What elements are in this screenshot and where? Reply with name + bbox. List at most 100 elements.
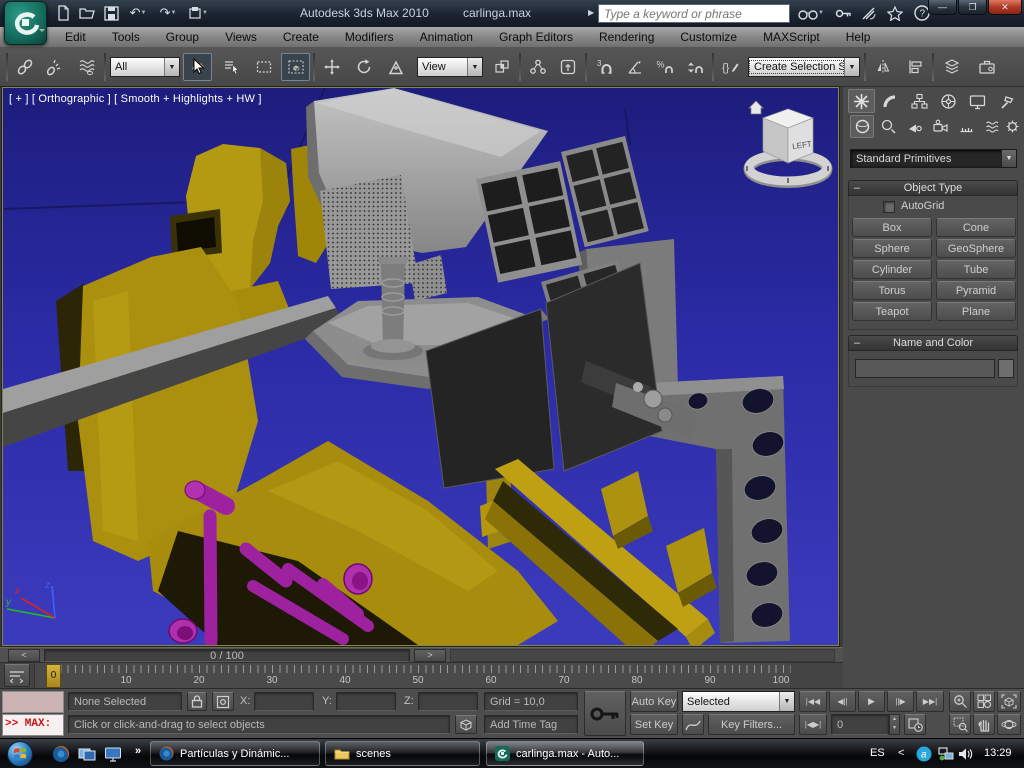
communication-center-icon[interactable]	[858, 3, 880, 23]
play-button[interactable]: ▶	[858, 691, 885, 712]
menu-modifiers[interactable]: Modifiers	[332, 27, 407, 47]
zoom-region-icon[interactable]	[949, 714, 971, 735]
percent-snap-icon[interactable]: %	[650, 53, 679, 81]
button-tube[interactable]: Tube	[936, 260, 1016, 279]
toolbox-icon[interactable]	[972, 53, 1001, 81]
zoom-icon[interactable]	[949, 691, 971, 712]
time-configuration-icon[interactable]	[904, 714, 926, 735]
spinner-snap-icon[interactable]	[680, 53, 709, 81]
search-binoculars-icon[interactable]: ▼	[796, 3, 826, 23]
mini-curve-editor-button[interactable]	[4, 664, 30, 687]
tray-volume-icon[interactable]	[958, 747, 974, 761]
x-coordinate-field[interactable]	[254, 692, 314, 711]
select-by-name-icon[interactable]	[217, 53, 246, 81]
button-box[interactable]: Box	[852, 218, 932, 237]
maxscript-mini-listener-pink[interactable]	[2, 691, 64, 713]
zoom-all-icon[interactable]	[973, 691, 995, 712]
object-name-input[interactable]	[855, 359, 995, 378]
next-frame-button[interactable]: ||▶	[887, 691, 914, 712]
add-time-tag[interactable]: Add Time Tag	[484, 715, 578, 734]
collapse-icon[interactable]: –	[854, 336, 860, 351]
project-folder-icon[interactable]: ▼	[184, 3, 212, 23]
orbit-icon[interactable]	[997, 714, 1021, 735]
snaps-toggle-icon[interactable]: 3	[590, 53, 619, 81]
tab-hierarchy[interactable]	[906, 89, 933, 113]
viewcube-home-icon[interactable]	[748, 100, 764, 115]
quicklaunch-switcher-icon[interactable]	[78, 745, 96, 763]
pan-hand-icon[interactable]	[973, 714, 995, 735]
menu-graph-editors[interactable]: Graph Editors	[486, 27, 586, 47]
button-cylinder[interactable]: Cylinder	[852, 260, 932, 279]
absolute-offset-toggle-icon[interactable]	[212, 692, 234, 711]
menu-create[interactable]: Create	[270, 27, 332, 47]
z-coordinate-field[interactable]	[418, 692, 478, 711]
time-slider-handle[interactable]: 0 / 100	[44, 649, 410, 662]
set-key-button[interactable]: Set Key	[630, 714, 678, 735]
selection-filter-dropdown[interactable]: All ▼	[110, 57, 180, 77]
menu-tools[interactable]: Tools	[99, 27, 153, 47]
link-icon[interactable]	[10, 53, 39, 81]
menu-rendering[interactable]: Rendering	[586, 27, 667, 47]
select-and-scale-icon[interactable]	[381, 53, 410, 81]
button-teapot[interactable]: Teapot	[852, 302, 932, 321]
time-slider-prev-button[interactable]: <	[8, 649, 40, 662]
restore-button[interactable]: ❐	[958, 0, 987, 15]
tab-display[interactable]	[964, 89, 991, 113]
undo-icon[interactable]: ↶ ▼	[124, 3, 152, 23]
menu-edit[interactable]: Edit	[52, 27, 99, 47]
viewcube-cube[interactable]: LEFT	[762, 108, 814, 164]
button-plane[interactable]: Plane	[936, 302, 1016, 321]
angle-snap-icon[interactable]	[620, 53, 649, 81]
new-file-icon[interactable]	[52, 3, 74, 23]
select-and-rotate-icon[interactable]	[349, 53, 378, 81]
key-filter-selected-dropdown[interactable]: Selected ▼	[682, 691, 795, 712]
use-center-icon[interactable]	[487, 53, 516, 81]
quicklaunch-firefox-icon[interactable]	[52, 745, 70, 763]
viewcube[interactable]: LEFT	[736, 91, 836, 191]
viewport-3d-scene[interactable]	[3, 88, 838, 645]
button-torus[interactable]: Torus	[852, 281, 932, 300]
menu-customize[interactable]: Customize	[667, 27, 750, 47]
current-frame-marker[interactable]: 0	[46, 664, 61, 688]
collapse-icon[interactable]: –	[854, 181, 860, 196]
save-file-icon[interactable]	[100, 3, 122, 23]
time-slider-track[interactable]	[450, 649, 835, 662]
subtab-cameras[interactable]	[928, 115, 952, 138]
menu-help[interactable]: Help	[833, 27, 884, 47]
button-geosphere[interactable]: GeoSphere	[936, 239, 1016, 258]
y-coordinate-field[interactable]	[336, 692, 396, 711]
reference-coordinate-dropdown[interactable]: View ▼	[417, 57, 483, 77]
taskbar-task-3dsmax[interactable]: carlinga.max - Auto...	[486, 741, 644, 766]
tray-language[interactable]: ES	[870, 747, 885, 759]
key-icon[interactable]	[832, 3, 854, 23]
primitive-category-dropdown[interactable]: Standard Primitives ▼	[850, 149, 1017, 168]
tray-network-icon[interactable]	[938, 747, 954, 761]
3dsmax-logo-icon[interactable]	[4, 1, 47, 45]
current-frame-field[interactable]	[831, 714, 889, 735]
subtab-systems[interactable]	[1000, 115, 1024, 138]
tab-utilities[interactable]	[993, 89, 1020, 113]
menu-views[interactable]: Views	[212, 27, 270, 47]
object-color-swatch[interactable]	[998, 359, 1014, 378]
edit-named-selection-sets-icon[interactable]: {}	[716, 53, 745, 81]
previous-frame-button[interactable]: ◀||	[829, 691, 856, 712]
align-icon[interactable]	[900, 53, 929, 81]
unlink-icon[interactable]	[40, 53, 69, 81]
selection-lock-icon[interactable]	[187, 692, 207, 711]
minimize-button[interactable]: —	[928, 0, 957, 15]
subtab-geometry[interactable]	[850, 115, 874, 138]
default-in-out-tangent-icon[interactable]	[682, 714, 704, 735]
subtab-lights[interactable]	[902, 115, 926, 138]
key-mode-toggle[interactable]: |◀▶|	[799, 714, 827, 735]
taskbar-task-firefox[interactable]: Partículas y Dinámic...	[150, 741, 320, 766]
button-pyramid[interactable]: Pyramid	[936, 281, 1016, 300]
rollout-object-type-header[interactable]: – Object Type	[848, 180, 1018, 196]
menu-maxscript[interactable]: MAXScript	[750, 27, 833, 47]
window-crossing-toggle[interactable]	[281, 53, 310, 81]
tab-modify[interactable]	[877, 89, 904, 113]
tab-motion[interactable]	[935, 89, 962, 113]
subtab-shapes[interactable]	[876, 115, 900, 138]
button-cone[interactable]: Cone	[936, 218, 1016, 237]
rollout-name-color-header[interactable]: – Name and Color	[848, 335, 1018, 351]
zoom-extents-icon[interactable]	[997, 691, 1021, 712]
